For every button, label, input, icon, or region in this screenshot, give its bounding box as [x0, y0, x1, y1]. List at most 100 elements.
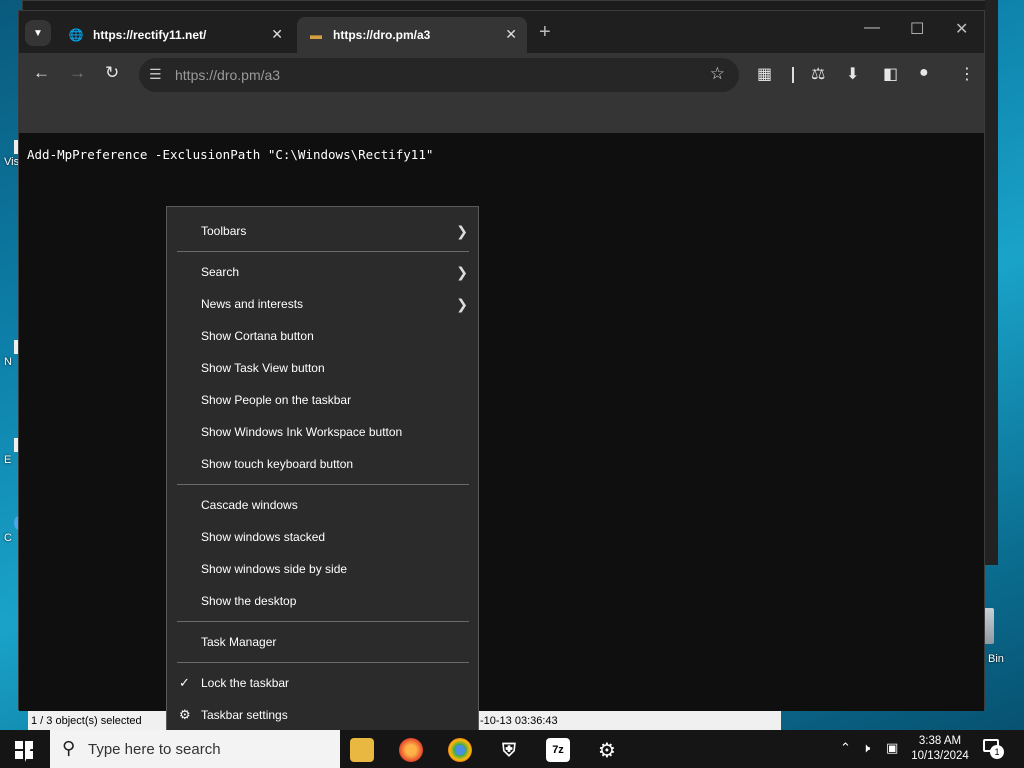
notification-count-badge: 1: [990, 745, 1004, 759]
tab-title: https://dro.pm/a3: [333, 28, 431, 42]
taskbar-clock[interactable]: 3:38 AM 10/13/2024: [905, 734, 975, 764]
back-icon[interactable]: ←: [33, 63, 50, 83]
tab-strip: ▼ 🌐 https://rectify11.net/ ✕ ▬ https://d…: [19, 11, 984, 53]
extensions-icon[interactable]: ▦: [757, 64, 772, 84]
menu-item-label: Show touch keyboard button: [201, 457, 354, 471]
menu-item-label: Cascade windows: [201, 498, 298, 512]
page-content: Add-MpPreference -ExclusionPath "C:\Wind…: [19, 133, 984, 711]
windows-security-icon[interactable]: ⛨: [497, 738, 521, 762]
maximize-icon[interactable]: ☐: [910, 19, 924, 39]
side-panel-icon[interactable]: ◧: [883, 64, 898, 84]
clock-time: 3:38 AM: [918, 735, 962, 747]
volume-muted-icon[interactable]: 🕨: [862, 740, 870, 756]
chrome-icon[interactable]: [448, 738, 472, 762]
recycle-bin-label: Bin: [988, 653, 1004, 665]
menu-item-task-manager[interactable]: Task Manager: [167, 627, 478, 657]
menu-item-label: Toolbars: [201, 224, 247, 238]
forward-icon[interactable]: →: [69, 63, 86, 83]
7zip-label: 7z: [552, 744, 564, 756]
menu-item-label: Show windows side by side: [201, 562, 348, 576]
menu-item-cascade-windows[interactable]: Cascade windows: [167, 490, 478, 520]
firefox-icon[interactable]: [399, 738, 423, 762]
menu-item-label: Show the desktop: [201, 594, 297, 608]
bookmark-star-icon[interactable]: ☆: [710, 64, 725, 84]
menu-item-label: Search: [201, 265, 240, 279]
menu-divider: [177, 484, 469, 485]
menu-item-lock-taskbar[interactable]: ✓ Lock the taskbar: [167, 668, 478, 698]
menu-item-toolbars[interactable]: Toolbars ❯: [167, 216, 478, 246]
menu-item-show-people[interactable]: Show People on the taskbar: [167, 385, 478, 415]
menu-item-show-cortana[interactable]: Show Cortana button: [167, 321, 478, 351]
close-tab-icon[interactable]: ✕: [271, 26, 283, 43]
address-bar[interactable]: ☰ https://dro.pm/a3 ☆: [139, 58, 739, 92]
search-icon: ⚲: [62, 738, 76, 758]
chevron-right-icon: ❯: [456, 264, 468, 280]
menu-item-taskbar-settings[interactable]: ⚙ Taskbar settings: [167, 700, 478, 730]
browser-window: ▼ 🌐 https://rectify11.net/ ✕ ▬ https://d…: [18, 10, 985, 711]
address-url[interactable]: https://dro.pm/a3: [175, 67, 280, 83]
menu-item-show-desktop[interactable]: Show the desktop: [167, 586, 478, 616]
url-scheme: https://: [175, 67, 218, 83]
network-icon[interactable]: ▣: [886, 740, 898, 756]
minimize-icon[interactable]: —: [864, 19, 880, 37]
taskbar-search-box[interactable]: ⚲ Type here to search: [50, 730, 340, 768]
chevron-down-icon: ▼: [33, 27, 43, 39]
menu-item-label: Show Cortana button: [201, 329, 314, 343]
profile-icon[interactable]: ●: [919, 64, 929, 82]
menu-item-label: Show People on the taskbar: [201, 393, 352, 407]
download-icon[interactable]: ⬇: [846, 64, 859, 84]
checkmark-icon: ✓: [179, 675, 190, 690]
desktop-icon-label: N: [4, 356, 12, 368]
menu-item-label: News and interests: [201, 297, 304, 311]
site-info-icon[interactable]: ☰: [149, 66, 162, 83]
menu-kebab-icon[interactable]: ⋮: [959, 64, 975, 84]
background-window-scrollbar[interactable]: [985, 0, 998, 565]
menu-item-windows-stacked[interactable]: Show windows stacked: [167, 522, 478, 552]
tab-search-button[interactable]: ▼: [25, 20, 51, 46]
reload-icon[interactable]: ↻: [105, 63, 119, 83]
toolbar-band: [19, 97, 984, 133]
desktop-icon-label: Vis: [4, 156, 20, 168]
tab-dro-pm[interactable]: ▬ https://dro.pm/a3 ✕: [297, 17, 527, 53]
new-tab-button[interactable]: +: [539, 21, 551, 44]
globe-icon: 🌐: [68, 28, 84, 42]
menu-item-label: Taskbar settings: [201, 708, 288, 722]
close-tab-icon[interactable]: ✕: [505, 26, 517, 43]
desktop-icon-label: E: [4, 454, 12, 466]
clock-date: 10/13/2024: [911, 750, 969, 762]
url-rest: dro.pm/a3: [217, 67, 281, 83]
menu-item-news-and-interests[interactable]: News and interests ❯: [167, 289, 478, 319]
7zip-icon[interactable]: 7z: [546, 738, 570, 762]
status-selection: 1 / 3 object(s) selected: [31, 715, 142, 727]
tab-title: https://rectify11.net/: [93, 28, 207, 42]
settings-gear-icon[interactable]: ⚙: [595, 738, 619, 762]
notification-center-icon[interactable]: 1: [983, 739, 1005, 759]
show-hidden-icons-chevron-up-icon[interactable]: ⌃: [840, 740, 851, 756]
file-explorer-icon[interactable]: [350, 738, 374, 762]
menu-item-show-ink-workspace[interactable]: Show Windows Ink Workspace button: [167, 417, 478, 447]
mouse-cursor: [25, 748, 31, 762]
menu-item-label: Show Windows Ink Workspace button: [201, 425, 403, 439]
labs-flask-icon[interactable]: ⚖: [811, 64, 825, 84]
menu-item-label: Task Manager: [201, 635, 277, 649]
menu-item-windows-side-by-side[interactable]: Show windows side by side: [167, 554, 478, 584]
status-timestamp: -10-13 03:36:43: [480, 715, 558, 727]
taskbar: ⚲ Type here to search ⛨ 7z ⚙ ⌃ 🕨 ▣ 3:38 …: [0, 730, 1024, 768]
chevron-right-icon: ❯: [456, 223, 468, 239]
menu-item-search[interactable]: Search ❯: [167, 257, 478, 287]
site-favicon-icon: ▬: [310, 28, 322, 42]
menu-item-show-task-view[interactable]: Show Task View button: [167, 353, 478, 383]
desktop-icon-label: C: [4, 532, 12, 544]
chevron-right-icon: ❯: [456, 296, 468, 312]
gear-icon: ⚙: [179, 707, 191, 722]
taskbar-context-menu: Toolbars ❯ Search ❯ News and interests ❯…: [166, 206, 479, 740]
menu-divider: [177, 621, 469, 622]
tab-rectify11[interactable]: 🌐 https://rectify11.net/ ✕: [57, 17, 293, 53]
close-window-icon[interactable]: ✕: [955, 19, 968, 39]
menu-item-label: Show Task View button: [201, 361, 325, 375]
search-placeholder: Type here to search: [88, 741, 221, 758]
menu-item-label: Lock the taskbar: [201, 676, 290, 690]
menu-item-label: Show windows stacked: [201, 530, 326, 544]
menu-item-show-touch-keyboard[interactable]: Show touch keyboard button: [167, 449, 478, 479]
menu-divider: [177, 662, 469, 663]
